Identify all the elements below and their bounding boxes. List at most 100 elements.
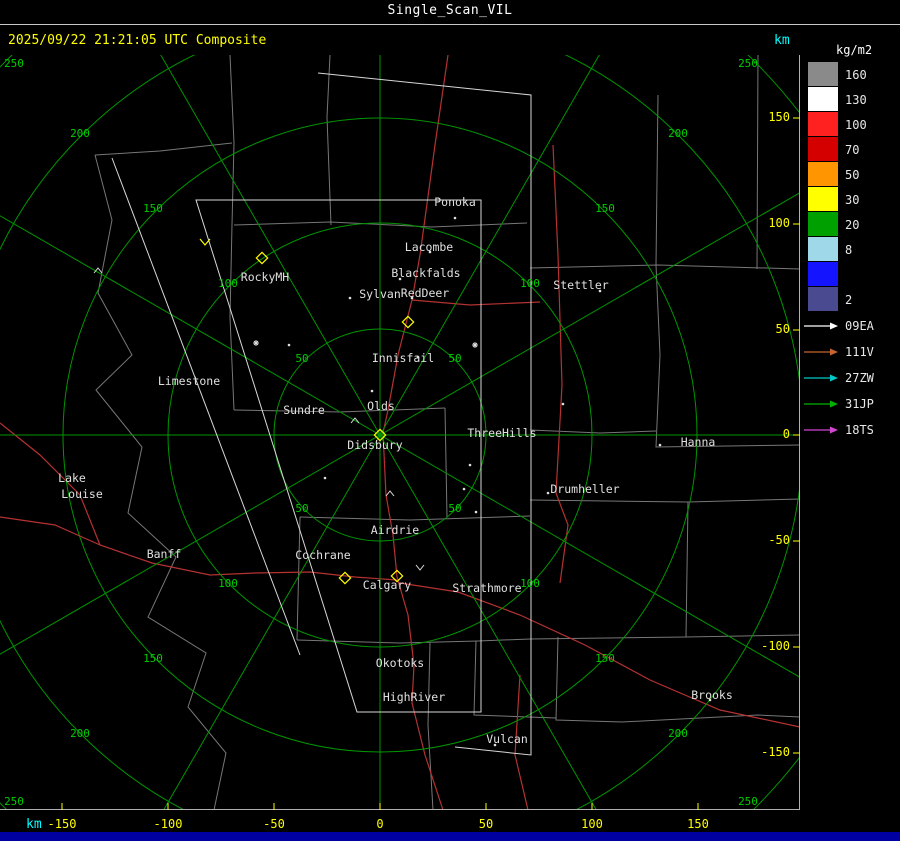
legend-value: 2 <box>845 293 852 307</box>
status-bar <box>0 832 900 841</box>
town-label: Banff <box>147 547 182 561</box>
radar-site-arrowhead <box>830 426 838 434</box>
legend-color-swatch <box>808 187 838 211</box>
town-label: Sundre <box>283 403 325 417</box>
range-label: 250 <box>738 795 758 808</box>
radar-site-arrowhead <box>830 322 838 330</box>
town-label: Calgary <box>363 578 412 592</box>
legend-value: 100 <box>845 118 867 132</box>
town-label: RedDeer <box>401 286 450 300</box>
radar-site-label: 27ZW <box>845 371 875 385</box>
town-label: ThreeHills <box>467 426 536 440</box>
axis-tick-label: 50 <box>775 322 790 336</box>
legend-value: 50 <box>845 168 859 182</box>
radar-site-arrowhead <box>830 400 838 408</box>
legend-color-swatch <box>808 87 838 111</box>
range-label: 150 <box>143 202 163 215</box>
legend-color-swatch <box>808 112 838 136</box>
axis-tick-label: 150 <box>687 817 709 831</box>
scan-sector-outline <box>317 72 532 756</box>
town-label: Lake <box>58 471 86 485</box>
legend-units-label: kg/m2 <box>836 43 872 57</box>
radar-map-canvas: 50 50 50 50 100 100 100 100 150 150 150 … <box>0 55 800 810</box>
town-label: Hanna <box>681 435 716 449</box>
town-label: Cochrane <box>295 548 350 562</box>
radar-site-label: 111V <box>845 345 874 359</box>
range-label: 50 <box>448 352 461 365</box>
town-label: Didsbury <box>347 438 402 452</box>
town-label: Vulcan <box>486 732 528 746</box>
range-label: 100 <box>218 577 238 590</box>
radar-site-label: 18TS <box>845 423 874 437</box>
axis-tick-label: 0 <box>376 817 384 831</box>
town-label: Strathmore <box>452 581 521 595</box>
range-label: 250 <box>4 57 24 70</box>
settlement-dots <box>287 216 712 747</box>
right-axis-units: km <box>774 33 790 48</box>
legend-color-swatch <box>808 162 838 186</box>
town-label: HighRiver <box>383 690 445 704</box>
legend-value: 160 <box>845 68 867 82</box>
town-label: Limestone <box>158 374 220 388</box>
range-label: 100 <box>520 577 540 590</box>
asterisk-symbol <box>253 340 259 346</box>
radar-site-arrowhead <box>830 374 838 382</box>
app-window: Single_Scan_VIL 2025/09/22 21:21:05 UTC … <box>0 0 900 841</box>
town-label: RockyMH <box>241 270 290 284</box>
range-label: 50 <box>295 502 308 515</box>
range-label: 250 <box>738 57 758 70</box>
legend-value: 130 <box>845 93 867 107</box>
town-label: Airdrie <box>371 523 420 537</box>
range-label: 50 <box>448 502 461 515</box>
legend-color-swatch <box>808 237 838 261</box>
legend-color-swatch <box>808 62 838 86</box>
right-axis-ticks <box>793 117 800 754</box>
range-label: 150 <box>143 652 163 665</box>
legend-sidebar: kg/m2 160 130 100 70 50 30 20 8 2 09EA 1… <box>804 43 875 437</box>
range-label: 150 <box>595 202 615 215</box>
legend-value: 8 <box>845 243 852 257</box>
axis-tick-label: -100 <box>761 639 790 653</box>
radar-site-legend: 09EA 111V 27ZW 31JP 18TS <box>804 319 875 437</box>
axis-tick-label: -150 <box>761 745 790 759</box>
town-label: Louise <box>61 487 103 501</box>
town-label: Blackfalds <box>391 266 460 280</box>
town-label: Stettler <box>553 278 608 292</box>
range-label: 150 <box>595 652 615 665</box>
town-label: Sylvan <box>359 287 401 301</box>
axis-tick-label: -100 <box>153 817 183 831</box>
window-title: Single_Scan_VIL <box>387 3 513 18</box>
axis-tick-label: 150 <box>768 110 790 124</box>
asterisk-symbol <box>472 342 478 348</box>
vee-symbol <box>415 564 425 571</box>
town-label: Lacombe <box>405 240 454 254</box>
axis-tick-label: 0 <box>782 427 790 441</box>
range-label: 200 <box>70 727 90 740</box>
axis-tick-label: 50 <box>478 817 494 831</box>
legend-color-swatch <box>808 137 838 161</box>
town-label: Drumheller <box>550 482 619 496</box>
map-symbols <box>93 267 478 571</box>
range-label: 250 <box>4 795 24 808</box>
legend-value: 30 <box>845 193 859 207</box>
town-label: Ponoka <box>434 195 476 209</box>
caret-symbol <box>385 490 395 497</box>
station-vee <box>199 238 211 246</box>
station-diamond <box>338 571 352 585</box>
legend-value: 70 <box>845 143 859 157</box>
radar-site-arrowhead <box>830 348 838 356</box>
legend-color-swatch <box>808 262 838 286</box>
legend-value: 20 <box>845 218 859 232</box>
legend-color-swatch <box>808 212 838 236</box>
range-label: 100 <box>520 277 540 290</box>
range-label: 200 <box>70 127 90 140</box>
radar-site-label: 31JP <box>845 397 874 411</box>
title-divider <box>0 24 900 25</box>
bottom-axis-ticks <box>61 803 699 810</box>
town-label: Okotoks <box>376 656 424 670</box>
color-scale: 160 130 100 70 50 30 20 8 2 <box>808 62 867 311</box>
town-label: Brooks <box>691 688 733 702</box>
axis-tick-label: 100 <box>581 817 603 831</box>
town-label: Olds <box>367 399 395 413</box>
axis-tick-label: -150 <box>47 817 77 831</box>
